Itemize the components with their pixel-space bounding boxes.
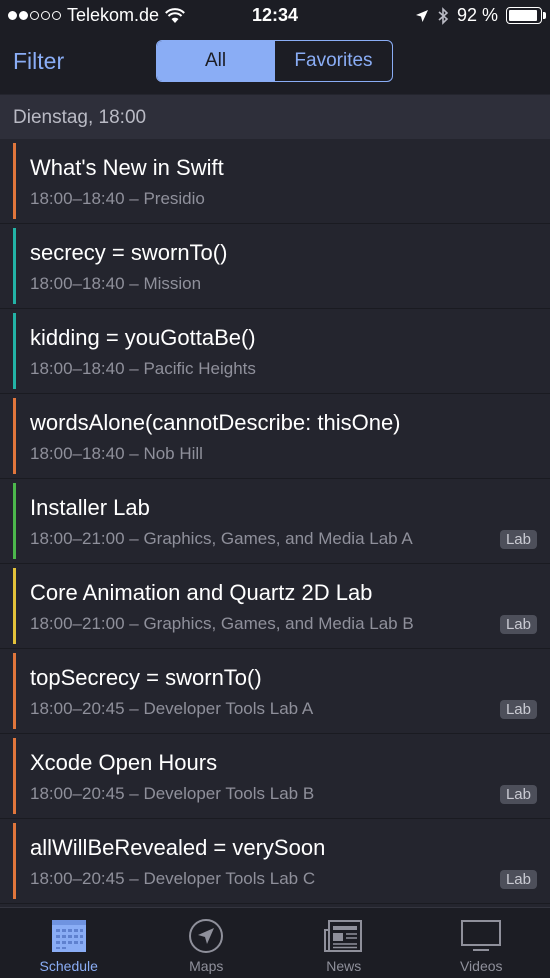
section-header: Dienstag, 18:00: [0, 95, 550, 139]
session-row[interactable]: What's New in Swift 18:00–18:40 – Presidi…: [0, 139, 550, 224]
session-time-room: 18:00–20:45 – Developer Tools Lab C: [30, 869, 316, 888]
session-time-room: 18:00–18:40 – Nob Hill: [30, 444, 203, 463]
session-time-room: 18:00–20:45 – Developer Tools Lab A: [30, 699, 314, 718]
segment-all[interactable]: All: [157, 41, 274, 81]
lab-badge: Lab: [499, 785, 537, 804]
session-title: Core Animation and Quartz 2D Lab: [30, 580, 373, 605]
compass-icon: [189, 919, 224, 953]
session-title: allWillBeRevealed = verySoon: [30, 835, 326, 860]
segment-favorites[interactable]: Favorites: [274, 41, 392, 81]
track-color-bar: [13, 143, 16, 219]
track-color-bar: [13, 398, 16, 474]
track-color-bar: [13, 653, 16, 729]
tv-icon: [461, 920, 502, 951]
lab-badge: Lab: [499, 530, 537, 549]
session-time-room: 18:00–20:45 – Developer Tools Lab B: [30, 784, 315, 803]
lab-badge: Lab: [499, 615, 537, 634]
session-row[interactable]: Xcode Open Hours 18:00–20:45 – Developer …: [0, 734, 550, 819]
session-row[interactable]: secrecy = swornTo() 18:00–18:40 – Mission: [0, 224, 550, 309]
session-row[interactable]: Core Animation and Quartz 2D Lab 18:00–21…: [0, 564, 550, 649]
session-time-room: 18:00–18:40 – Mission: [30, 274, 202, 293]
nav-bar: Filter All Favorites: [0, 32, 550, 94]
session-title: Installer Lab: [30, 495, 150, 520]
tab-label: Videos: [459, 958, 503, 974]
lab-badge: Lab: [499, 870, 537, 889]
tab-videos[interactable]: Videos: [413, 908, 550, 978]
track-color-bar: [13, 568, 16, 644]
session-time-room: 18:00–21:00 – Graphics, Games, and Media…: [30, 614, 414, 633]
session-row[interactable]: Installer Lab 18:00–21:00 – Graphics, Gam…: [0, 479, 550, 564]
tab-schedule[interactable]: Schedule: [0, 908, 138, 978]
session-time-room: 18:00–18:40 – Presidio: [30, 189, 205, 208]
track-color-bar: [13, 483, 16, 559]
tab-label: Schedule: [39, 958, 98, 974]
track-color-bar: [13, 313, 16, 389]
status-bar: Telekom.de 12:34 92 %: [0, 0, 550, 32]
session-title: Xcode Open Hours: [30, 750, 218, 775]
battery-fill: [509, 10, 537, 21]
session-row[interactable]: allWillBeRevealed = verySoon 18:00–20:45 …: [0, 819, 550, 904]
filter-button[interactable]: Filter: [13, 48, 64, 75]
session-title: wordsAlone(cannotDescribe: thisOne): [30, 410, 401, 435]
tab-label: News: [326, 958, 362, 974]
tab-news[interactable]: News: [275, 908, 413, 978]
battery-icon: [506, 7, 546, 24]
track-color-bar: [13, 823, 16, 899]
track-color-bar: [13, 738, 16, 814]
tab-maps[interactable]: Maps: [138, 908, 276, 978]
session-list: What's New in Swift 18:00–18:40 – Presidi…: [0, 139, 550, 904]
tab-label: Maps: [189, 958, 224, 974]
bluetooth-icon: [438, 6, 449, 25]
tab-bar: Schedule Maps News Videos: [0, 907, 550, 978]
track-color-bar: [13, 228, 16, 304]
lab-badge: Lab: [499, 700, 537, 719]
newspaper-icon: [323, 920, 362, 952]
session-time-room: 18:00–21:00 – Graphics, Games, and Media…: [30, 529, 413, 548]
session-title: topSecrecy = swornTo(): [30, 665, 262, 690]
status-right: 92 %: [415, 5, 546, 26]
session-title: secrecy = swornTo(): [30, 240, 228, 265]
session-row[interactable]: topSecrecy = swornTo() 18:00–20:45 – Deve…: [0, 649, 550, 734]
session-row[interactable]: kidding = youGottaBe() 18:00–18:40 – Paci…: [0, 309, 550, 394]
session-title: kidding = youGottaBe(): [30, 325, 256, 350]
segmented-control: All Favorites: [156, 40, 393, 82]
location-arrow-icon: [415, 9, 428, 22]
battery-percent: 92 %: [456, 5, 498, 25]
calendar-icon: [51, 920, 86, 952]
session-row[interactable]: wordsAlone(cannotDescribe: thisOne) 18:00…: [0, 394, 550, 479]
session-title: What's New in Swift: [30, 155, 224, 180]
session-time-room: 18:00–18:40 – Pacific Heights: [30, 359, 256, 378]
